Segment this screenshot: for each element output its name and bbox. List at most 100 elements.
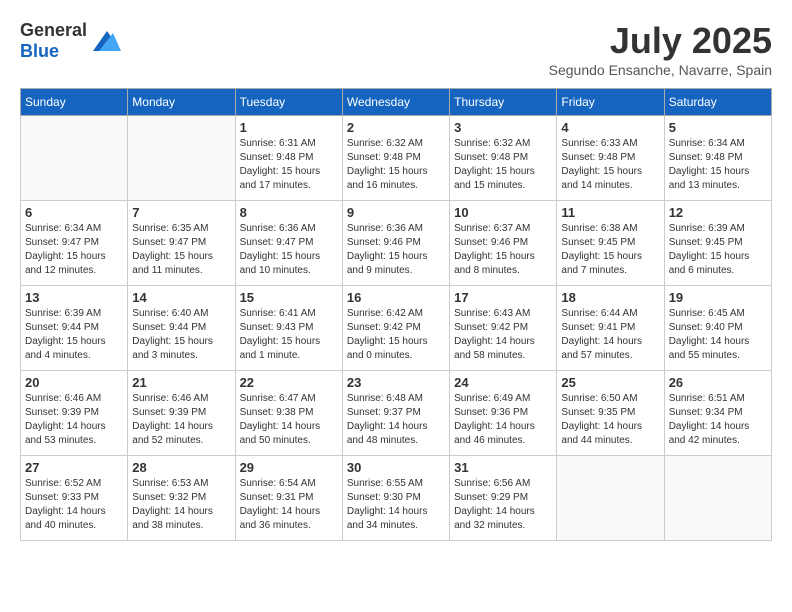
day-number: 31 [454,460,552,475]
day-info: Sunrise: 6:47 AM Sunset: 9:38 PM Dayligh… [240,392,338,448]
logo: General Blue [20,20,121,62]
day-info: Sunrise: 6:32 AM Sunset: 9:48 PM Dayligh… [347,137,445,193]
day-number: 30 [347,460,445,475]
month-title: July 2025 [549,20,772,62]
calendar-cell: 15 Sunrise: 6:41 AM Sunset: 9:43 PM Dayli… [235,286,342,371]
calendar-cell [557,456,664,541]
calendar-cell: 17Sunrise: 6:43 AM Sunset: 9:42 PM Dayli… [450,286,557,371]
day-info: Sunrise: 6:52 AM Sunset: 9:33 PM Dayligh… [25,477,123,533]
week-row-2: 6 Sunrise: 6:34 AM Sunset: 9:47 PM Daylig… [21,201,772,286]
calendar-cell: 12Sunrise: 6:39 AM Sunset: 9:45 PM Dayli… [664,201,771,286]
day-number: 12 [669,205,767,220]
day-info: Sunrise: 6:40 AM Sunset: 9:44 PM Dayligh… [132,307,230,363]
day-info: Sunrise: 6:34 AM Sunset: 9:47 PM Dayligh… [25,222,123,278]
day-number: 7 [132,205,230,220]
header-monday: Monday [128,89,235,116]
calendar-cell: 19Sunrise: 6:45 AM Sunset: 9:40 PM Dayli… [664,286,771,371]
day-number: 28 [132,460,230,475]
week-row-5: 27 Sunrise: 6:52 AM Sunset: 9:33 PM Dayli… [21,456,772,541]
day-number: 15 [240,290,338,305]
day-info: Sunrise: 6:56 AM Sunset: 9:29 PM Dayligh… [454,477,552,533]
day-info: Sunrise: 6:38 AM Sunset: 9:45 PM Dayligh… [561,222,659,278]
header-tuesday: Tuesday [235,89,342,116]
day-number: 10 [454,205,552,220]
logo-blue: Blue [20,41,59,61]
day-number: 24 [454,375,552,390]
calendar-cell: 13Sunrise: 6:39 AM Sunset: 9:44 PM Dayli… [21,286,128,371]
page-header: General Blue July 2025 Segundo Ensanche,… [20,20,772,78]
calendar-cell: 31 Sunrise: 6:56 AM Sunset: 9:29 PM Dayli… [450,456,557,541]
calendar-cell: 10Sunrise: 6:37 AM Sunset: 9:46 PM Dayli… [450,201,557,286]
calendar-cell: 24 Sunrise: 6:49 AM Sunset: 9:36 PM Dayli… [450,371,557,456]
day-info: Sunrise: 6:51 AM Sunset: 9:34 PM Dayligh… [669,392,767,448]
day-number: 13 [25,290,123,305]
header-wednesday: Wednesday [342,89,449,116]
calendar-cell: 25 Sunrise: 6:50 AM Sunset: 9:35 PM Dayli… [557,371,664,456]
calendar-cell: 7 Sunrise: 6:35 AM Sunset: 9:47 PM Daylig… [128,201,235,286]
day-info: Sunrise: 6:31 AM Sunset: 9:48 PM Dayligh… [240,137,338,193]
calendar-cell: 4 Sunrise: 6:33 AM Sunset: 9:48 PM Daylig… [557,116,664,201]
calendar-cell: 23 Sunrise: 6:48 AM Sunset: 9:37 PM Dayli… [342,371,449,456]
day-info: Sunrise: 6:45 AM Sunset: 9:40 PM Dayligh… [669,307,767,363]
day-info: Sunrise: 6:46 AM Sunset: 9:39 PM Dayligh… [25,392,123,448]
day-number: 16 [347,290,445,305]
calendar-cell [128,116,235,201]
day-info: Sunrise: 6:49 AM Sunset: 9:36 PM Dayligh… [454,392,552,448]
calendar-cell: 18 Sunrise: 6:44 AM Sunset: 9:41 PM Dayli… [557,286,664,371]
day-number: 20 [25,375,123,390]
day-number: 21 [132,375,230,390]
day-info: Sunrise: 6:46 AM Sunset: 9:39 PM Dayligh… [132,392,230,448]
day-number: 17 [454,290,552,305]
calendar-cell: 6 Sunrise: 6:34 AM Sunset: 9:47 PM Daylig… [21,201,128,286]
calendar-cell: 5 Sunrise: 6:34 AM Sunset: 9:48 PM Daylig… [664,116,771,201]
calendar-cell: 8 Sunrise: 6:36 AM Sunset: 9:47 PM Daylig… [235,201,342,286]
day-number: 9 [347,205,445,220]
day-number: 23 [347,375,445,390]
weekday-header-row: Sunday Monday Tuesday Wednesday Thursday… [21,89,772,116]
day-number: 1 [240,120,338,135]
calendar-cell: 14 Sunrise: 6:40 AM Sunset: 9:44 PM Dayli… [128,286,235,371]
calendar-cell: 1 Sunrise: 6:31 AM Sunset: 9:48 PM Daylig… [235,116,342,201]
day-number: 18 [561,290,659,305]
day-number: 25 [561,375,659,390]
day-number: 6 [25,205,123,220]
day-number: 4 [561,120,659,135]
calendar-cell: 2 Sunrise: 6:32 AM Sunset: 9:48 PM Daylig… [342,116,449,201]
day-info: Sunrise: 6:34 AM Sunset: 9:48 PM Dayligh… [669,137,767,193]
day-number: 3 [454,120,552,135]
calendar-cell: 3 Sunrise: 6:32 AM Sunset: 9:48 PM Daylig… [450,116,557,201]
header-sunday: Sunday [21,89,128,116]
day-info: Sunrise: 6:33 AM Sunset: 9:48 PM Dayligh… [561,137,659,193]
calendar-cell: 22Sunrise: 6:47 AM Sunset: 9:38 PM Dayli… [235,371,342,456]
day-info: Sunrise: 6:44 AM Sunset: 9:41 PM Dayligh… [561,307,659,363]
calendar-cell: 30 Sunrise: 6:55 AM Sunset: 9:30 PM Dayli… [342,456,449,541]
day-number: 26 [669,375,767,390]
day-number: 29 [240,460,338,475]
day-number: 5 [669,120,767,135]
day-info: Sunrise: 6:50 AM Sunset: 9:35 PM Dayligh… [561,392,659,448]
day-info: Sunrise: 6:41 AM Sunset: 9:43 PM Dayligh… [240,307,338,363]
day-info: Sunrise: 6:53 AM Sunset: 9:32 PM Dayligh… [132,477,230,533]
day-number: 27 [25,460,123,475]
calendar-cell: 27 Sunrise: 6:52 AM Sunset: 9:33 PM Dayli… [21,456,128,541]
calendar-cell: 16Sunrise: 6:42 AM Sunset: 9:42 PM Dayli… [342,286,449,371]
day-info: Sunrise: 6:48 AM Sunset: 9:37 PM Dayligh… [347,392,445,448]
day-info: Sunrise: 6:55 AM Sunset: 9:30 PM Dayligh… [347,477,445,533]
calendar-cell: 28 Sunrise: 6:53 AM Sunset: 9:32 PM Dayli… [128,456,235,541]
day-number: 14 [132,290,230,305]
calendar-cell: 29Sunrise: 6:54 AM Sunset: 9:31 PM Dayli… [235,456,342,541]
header-saturday: Saturday [664,89,771,116]
day-number: 8 [240,205,338,220]
title-area: July 2025 Segundo Ensanche, Navarre, Spa… [549,20,772,78]
week-row-4: 20 Sunrise: 6:46 AM Sunset: 9:39 PM Dayli… [21,371,772,456]
day-info: Sunrise: 6:36 AM Sunset: 9:47 PM Dayligh… [240,222,338,278]
location-subtitle: Segundo Ensanche, Navarre, Spain [549,62,772,78]
day-number: 2 [347,120,445,135]
day-info: Sunrise: 6:35 AM Sunset: 9:47 PM Dayligh… [132,222,230,278]
calendar-cell: 21 Sunrise: 6:46 AM Sunset: 9:39 PM Dayli… [128,371,235,456]
calendar-cell: 9Sunrise: 6:36 AM Sunset: 9:46 PM Daylig… [342,201,449,286]
day-info: Sunrise: 6:32 AM Sunset: 9:48 PM Dayligh… [454,137,552,193]
week-row-1: 1 Sunrise: 6:31 AM Sunset: 9:48 PM Daylig… [21,116,772,201]
header-friday: Friday [557,89,664,116]
calendar-cell: 20 Sunrise: 6:46 AM Sunset: 9:39 PM Dayli… [21,371,128,456]
